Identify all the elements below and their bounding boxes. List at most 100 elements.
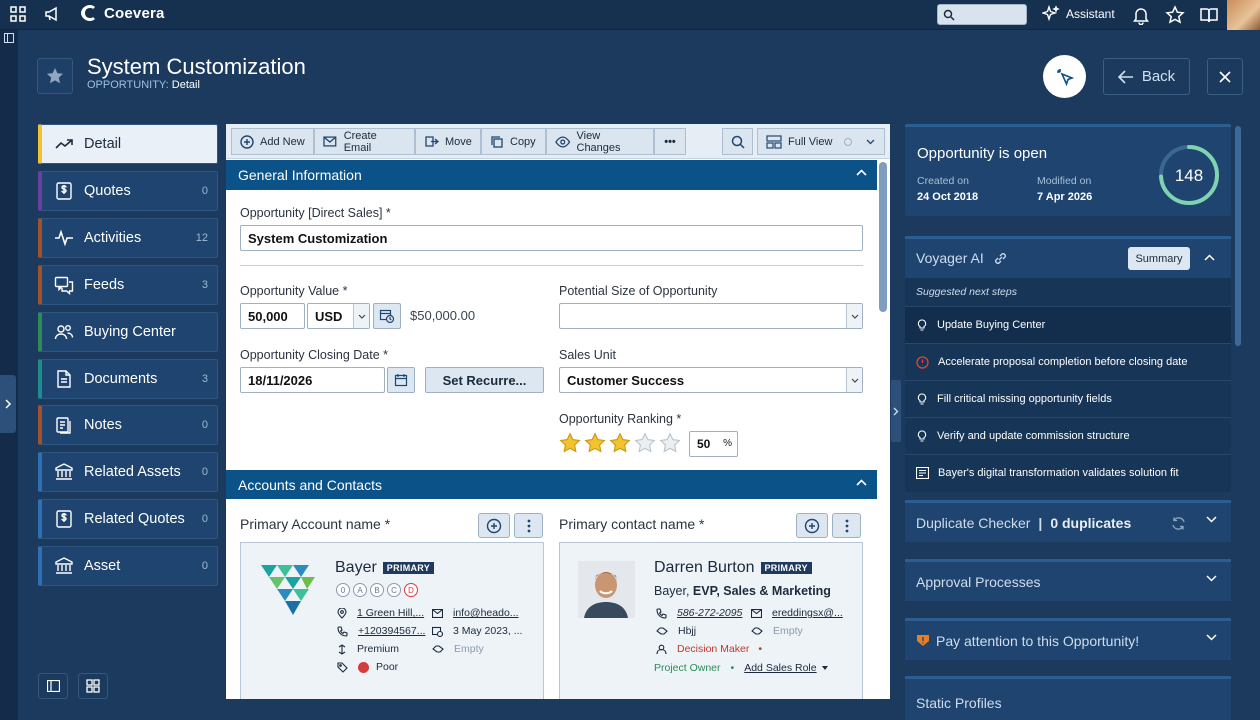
static-profiles-panel[interactable]: Static Profiles (905, 676, 1231, 720)
ai-suggestion-item[interactable]: Verify and update commission structure (905, 417, 1231, 454)
person-photo-icon (578, 561, 635, 618)
duplicate-checker-label: Duplicate Checker (916, 514, 1031, 531)
eye-icon (555, 136, 571, 147)
view-changes-button[interactable]: View Changes (546, 128, 654, 155)
ai-suggestion-item[interactable]: Accelerate proposal completion before cl… (905, 343, 1231, 380)
collapse-right-panel-button[interactable] (891, 380, 901, 442)
star-filled-icon[interactable] (559, 432, 581, 454)
move-button[interactable]: Move (415, 128, 481, 155)
star-filled-icon[interactable] (584, 432, 606, 454)
currency-select[interactable]: USD (307, 303, 370, 329)
assistant-button[interactable]: Assistant (1042, 5, 1115, 23)
attention-panel[interactable]: Pay attention to this Opportunity! (905, 618, 1231, 660)
potential-size-select[interactable] (559, 303, 863, 329)
sidebar-item-asset[interactable]: Asset 0 (38, 546, 218, 587)
opportunity-name-field[interactable]: System Customization (240, 225, 863, 251)
book-icon[interactable] (1199, 5, 1219, 25)
close-icon (1219, 70, 1231, 83)
search-button[interactable] (722, 128, 753, 155)
close-button[interactable] (1207, 58, 1243, 95)
copy-icon (491, 135, 503, 148)
megaphone-icon[interactable] (44, 5, 64, 25)
grid-view-button[interactable] (78, 673, 108, 699)
sidebar-item-related-quotes[interactable]: Related Quotes 0 (38, 499, 218, 540)
contact-card[interactable]: Darren Burton PRIMARY Bayer, EVP, Sales … (559, 542, 863, 699)
ranking-stars[interactable] (559, 432, 681, 454)
ai-suggestion-text: Bayer's digital transformation validates… (938, 467, 1179, 479)
voyager-ai-header[interactable]: Voyager AI Summary (905, 236, 1231, 278)
sidebar-item-count: 0 (201, 560, 208, 573)
bell-icon[interactable] (1131, 5, 1151, 25)
ai-suggestion-item[interactable]: Bayer's digital transformation validates… (905, 454, 1231, 491)
bayer-logo-icon (261, 565, 315, 615)
expand-rail-button[interactable] (0, 375, 16, 433)
sidebar-item-feeds[interactable]: Feeds 3 (38, 264, 218, 305)
brand-logo[interactable]: Coevera (80, 4, 165, 22)
main-scrollbar[interactable] (879, 162, 887, 312)
closing-date-field[interactable]: 18/11/2026 (240, 367, 385, 393)
sidebar-item-quotes[interactable]: Quotes 0 (38, 170, 218, 211)
apps-grid-icon[interactable] (9, 5, 29, 25)
star-filled-icon[interactable] (609, 432, 631, 454)
sales-unit-select[interactable]: Customer Success (559, 367, 863, 393)
currency-history-button[interactable] (373, 303, 401, 329)
create-email-button[interactable]: Create Email (314, 128, 415, 155)
email-plus-icon (323, 136, 337, 147)
ai-suggestion-item[interactable]: Fill critical missing opportunity fields (905, 380, 1231, 417)
more-actions-button[interactable]: ••• (654, 128, 686, 155)
contact-more-button[interactable] (832, 513, 861, 538)
account-address[interactable]: 1 Green Hill,... (337, 607, 424, 619)
modified-label: Modified on (1037, 175, 1092, 187)
star-empty-icon[interactable] (659, 432, 681, 454)
account-email[interactable]: info@heado... (432, 607, 519, 619)
score-ring: 148 (1159, 145, 1219, 205)
date-picker-button[interactable] (387, 367, 415, 393)
star-outline-icon[interactable] (1165, 5, 1185, 25)
account-more-button[interactable] (514, 513, 543, 538)
summary-button[interactable]: Summary (1128, 247, 1190, 270)
contact-name[interactable]: Darren Burton (654, 559, 755, 577)
duplicate-checker-panel[interactable]: Duplicate Checker | 0 duplicates (905, 500, 1231, 542)
alert-icon (916, 355, 929, 369)
location-icon (337, 607, 347, 619)
right-scrollbar[interactable] (1235, 126, 1241, 346)
ai-suggestion-item[interactable]: Update Buying Center (905, 306, 1231, 343)
copy-button[interactable]: Copy (481, 128, 546, 155)
full-view-select[interactable]: Full View (757, 128, 885, 155)
account-card[interactable]: Bayer PRIMARY 0ABCD 1 Green Hill,... inf… (240, 542, 544, 699)
global-search-input[interactable] (937, 4, 1027, 25)
accounts-contacts-header[interactable]: Accounts and Contacts (226, 470, 877, 499)
opportunity-value-field[interactable]: 50,000 (240, 303, 305, 329)
sidebar-item-detail[interactable]: Detail (38, 124, 218, 164)
person-icon (656, 644, 667, 654)
back-button[interactable]: Back (1103, 58, 1190, 95)
sidebar-item-related-assets[interactable]: Related Assets 0 (38, 452, 218, 493)
general-information-header[interactable]: General Information (226, 160, 877, 190)
favorite-button[interactable] (37, 58, 73, 94)
contact-handle-value: Hbjj (678, 625, 697, 637)
sidebar-item-label: Buying Center (84, 323, 176, 340)
user-avatar[interactable] (1227, 0, 1260, 30)
grade-badge: B (370, 583, 384, 597)
account-name[interactable]: Bayer (335, 559, 377, 577)
contact-email[interactable]: ereddingsx@... (751, 607, 843, 619)
ai-cursor-button[interactable] (1043, 55, 1086, 98)
approval-processes-panel[interactable]: Approval Processes (905, 559, 1231, 601)
contact-phone[interactable]: 586-272-2095 (656, 607, 742, 619)
dollar-doc-icon (54, 509, 74, 529)
sidebar-item-documents[interactable]: Documents 3 (38, 358, 218, 399)
add-contact-button[interactable] (796, 513, 828, 538)
add-account-button[interactable] (478, 513, 510, 538)
layout-toggle-button[interactable] (38, 673, 68, 699)
account-phone[interactable]: +120394567... (337, 625, 425, 637)
sidebar-item-buying-center[interactable]: Buying Center (38, 311, 218, 352)
add-new-button[interactable]: Add New (231, 128, 314, 155)
set-recurrence-button[interactable]: Set Recurre... (425, 367, 544, 393)
sidebar-item-activities[interactable]: Activities 12 (38, 217, 218, 258)
ranking-percent-field[interactable]: 50 % (689, 431, 738, 457)
add-sales-role-link[interactable]: Add Sales Role (744, 662, 816, 674)
star-empty-icon[interactable] (634, 432, 656, 454)
sidebar-item-notes[interactable]: Notes 0 (38, 405, 218, 446)
contact-handle-extra-value: Empty (773, 625, 803, 637)
account-rating: Poor (337, 661, 398, 673)
